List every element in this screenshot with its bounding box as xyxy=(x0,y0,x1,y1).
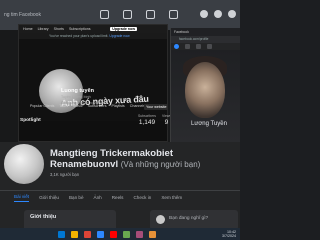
intro-title: Giới thiệu xyxy=(30,214,57,220)
banner-text: You've reached your plan's upload limit. xyxy=(49,34,109,38)
tab-channels[interactable]: Channels xyxy=(130,104,145,108)
home-icon[interactable] xyxy=(185,44,190,49)
friends-count[interactable]: 3,1K người bạn xyxy=(50,172,79,177)
spotlight-heading: Spotlight xyxy=(20,118,41,123)
notifications-icon[interactable] xyxy=(228,10,236,18)
tab-friends[interactable]: Bạn bè xyxy=(69,195,84,200)
menu-icon[interactable] xyxy=(200,10,208,18)
friends-icon[interactable] xyxy=(196,44,201,49)
tab-tours[interactable]: Tours xyxy=(59,104,68,108)
taskbar: 10:42 3/7/2024 xyxy=(0,228,240,240)
tab-subscribers[interactable]: Subscribers xyxy=(88,104,107,108)
profile-photo[interactable] xyxy=(171,50,240,142)
nav-shorts[interactable]: Shorts xyxy=(54,27,64,31)
youtube-nav: Home Library Shorts Subscriptions Upgrad… xyxy=(19,25,167,33)
screen: ng tim Facebook Home Library Shorts Subs… xyxy=(0,0,240,240)
home-icon[interactable] xyxy=(100,10,109,19)
facebook-profile: Mangtieng Trickermakobiet Renamebuonvl (… xyxy=(0,142,240,240)
small-avatar xyxy=(156,215,165,224)
file-explorer-icon[interactable] xyxy=(71,230,78,238)
youtube-icon[interactable] xyxy=(110,230,117,238)
chrome-icon[interactable] xyxy=(84,230,91,238)
tab-popular[interactable]: Popular Clients xyxy=(30,104,54,108)
tab-checkin[interactable]: Check in xyxy=(133,195,151,200)
profile-name: Mangtieng Trickermakobiet Renamebuonvl (… xyxy=(50,148,240,170)
profile-photo-face xyxy=(185,62,225,118)
subscribers-label: Subscribers xyxy=(138,114,156,118)
channel-handle: Tuyền Lương bình xyxy=(61,95,91,99)
tab-posts[interactable]: Bài viết xyxy=(14,194,30,202)
create-post-card[interactable]: Bạn đang nghĩ gì? xyxy=(150,210,238,230)
facebook-window: Facebook facebook.com/profile Lương Tuyề… xyxy=(170,28,240,142)
app-icon[interactable] xyxy=(123,230,130,238)
app-icon[interactable] xyxy=(149,230,156,238)
post-placeholder[interactable]: Bạn đang nghĩ gì? xyxy=(169,216,208,221)
video-icon[interactable] xyxy=(207,44,212,49)
start-icon[interactable] xyxy=(58,230,65,238)
tab-photos[interactable]: Ảnh xyxy=(94,195,102,200)
marketplace-icon[interactable] xyxy=(146,10,155,19)
profile-avatar[interactable] xyxy=(2,142,46,186)
nav-library[interactable]: Library xyxy=(38,27,49,31)
tab-about[interactable]: Giới thiệu xyxy=(39,195,59,200)
subscribers-stat: Subscribers 1,149 xyxy=(138,114,156,126)
account-icons xyxy=(200,10,236,18)
tab-music[interactable]: Music xyxy=(73,104,82,108)
facebook-window-name[interactable]: Lương Tuyền xyxy=(191,121,227,127)
site-title: ng tim Facebook xyxy=(4,12,41,18)
edge-icon[interactable] xyxy=(97,230,104,238)
tab-more[interactable]: Xem thêm xyxy=(161,195,182,200)
facebook-logo-icon[interactable] xyxy=(174,44,179,49)
nav-subscriptions[interactable]: Subscriptions xyxy=(69,27,91,31)
groups-icon[interactable] xyxy=(169,10,178,19)
upgrade-button[interactable]: Upgrade now xyxy=(110,27,137,31)
profile-tabs: Bài viết Giới thiệu Bạn bè Ảnh Reels Che… xyxy=(0,190,240,204)
tab-playlists[interactable]: Playlists xyxy=(112,104,125,108)
subscribers-value: 1,149 xyxy=(138,119,156,126)
your-website-button[interactable]: Your website xyxy=(144,104,169,110)
tab-reels[interactable]: Reels xyxy=(112,195,124,200)
taskbar-clock[interactable]: 10:42 3/7/2024 xyxy=(222,230,236,238)
video-icon[interactable] xyxy=(123,10,132,19)
clock-date: 3/7/2024 xyxy=(222,234,236,238)
nav-home[interactable]: Home xyxy=(23,27,33,31)
address-bar[interactable]: facebook.com/profile xyxy=(171,36,240,43)
browser-tab[interactable]: Facebook xyxy=(171,28,240,36)
toolbar-icons xyxy=(100,10,178,19)
profile-aka: (Và những người bạn) xyxy=(120,160,201,169)
app-icon[interactable] xyxy=(136,230,143,238)
messenger-icon[interactable] xyxy=(214,10,222,18)
channel-name[interactable]: Luong tuyên xyxy=(61,88,94,94)
banner-link[interactable]: Upgrade now xyxy=(109,34,129,38)
facebook-toolbar xyxy=(171,43,240,50)
